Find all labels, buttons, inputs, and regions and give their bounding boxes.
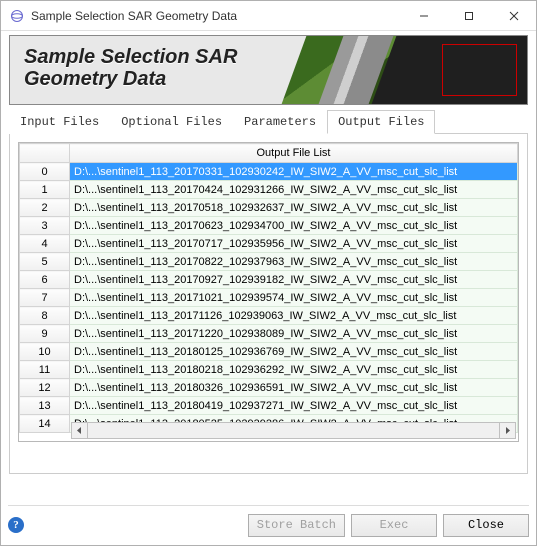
table-row[interactable]: 0D:\...\sentinel1_113_20170331_102930242… [20, 163, 518, 181]
table-row[interactable]: 12D:\...\sentinel1_113_20180326_10293659… [20, 379, 518, 397]
table-row[interactable]: 6D:\...\sentinel1_113_20170927_102939182… [20, 271, 518, 289]
scroll-right-button[interactable] [499, 422, 516, 439]
file-path-cell[interactable]: D:\...\sentinel1_113_20171126_102939063_… [70, 307, 518, 325]
row-header[interactable]: 7 [20, 289, 70, 307]
row-header[interactable]: 8 [20, 307, 70, 325]
file-path-cell[interactable]: D:\...\sentinel1_113_20171021_102939574_… [70, 289, 518, 307]
row-header[interactable]: 1 [20, 181, 70, 199]
file-path-cell[interactable]: D:\...\sentinel1_113_20170518_102932637_… [70, 199, 518, 217]
row-header[interactable]: 0 [20, 163, 70, 181]
file-path-cell[interactable]: D:\...\sentinel1_113_20180419_102937271_… [70, 397, 518, 415]
output-files-panel: Output File List 0D:\...\sentinel1_113_2… [9, 134, 528, 474]
file-path-cell[interactable]: D:\...\sentinel1_113_20171220_102938089_… [70, 325, 518, 343]
banner-title-line2: Geometry Data [24, 68, 166, 90]
row-header[interactable]: 11 [20, 361, 70, 379]
scroll-left-button[interactable] [71, 422, 88, 439]
table-row[interactable]: 7D:\...\sentinel1_113_20171021_102939574… [20, 289, 518, 307]
row-header[interactable]: 2 [20, 199, 70, 217]
file-path-cell[interactable]: D:\...\sentinel1_113_20170717_102935956_… [70, 235, 518, 253]
row-header[interactable]: 6 [20, 271, 70, 289]
table-row[interactable]: 10D:\...\sentinel1_113_20180125_10293676… [20, 343, 518, 361]
table-row[interactable]: 8D:\...\sentinel1_113_20171126_102939063… [20, 307, 518, 325]
exec-button[interactable]: Exec [351, 514, 437, 537]
file-path-cell[interactable]: D:\...\sentinel1_113_20170424_102931266_… [70, 181, 518, 199]
app-icon [9, 8, 25, 24]
file-path-cell[interactable]: D:\...\sentinel1_113_20170822_102937963_… [70, 253, 518, 271]
table-row[interactable]: 2D:\...\sentinel1_113_20170518_102932637… [20, 199, 518, 217]
file-path-cell[interactable]: D:\...\sentinel1_113_20180218_102936292_… [70, 361, 518, 379]
bottom-button-bar: ? Store Batch Exec Close [8, 510, 529, 540]
row-header[interactable]: 13 [20, 397, 70, 415]
table-corner[interactable] [20, 144, 70, 163]
tab-optional-files[interactable]: Optional Files [110, 110, 233, 134]
row-header[interactable]: 3 [20, 217, 70, 235]
table-row[interactable]: 11D:\...\sentinel1_113_20180218_10293629… [20, 361, 518, 379]
table-row[interactable]: 13D:\...\sentinel1_113_20180419_10293727… [20, 397, 518, 415]
tab-output-files[interactable]: Output Files [327, 110, 435, 134]
tab-bar: Input FilesOptional FilesParametersOutpu… [9, 109, 528, 134]
output-file-table[interactable]: Output File List 0D:\...\sentinel1_113_2… [18, 142, 519, 442]
minimize-button[interactable] [401, 1, 446, 30]
store-batch-button[interactable]: Store Batch [248, 514, 345, 537]
table-row[interactable]: 4D:\...\sentinel1_113_20170717_102935956… [20, 235, 518, 253]
row-header[interactable]: 9 [20, 325, 70, 343]
scroll-track[interactable] [88, 422, 499, 439]
window-title: Sample Selection SAR Geometry Data [31, 9, 401, 23]
banner: Sample Selection SAR Geometry Data [9, 35, 528, 105]
divider [8, 505, 529, 506]
table-row[interactable]: 3D:\...\sentinel1_113_20170623_102934700… [20, 217, 518, 235]
table-row[interactable]: 5D:\...\sentinel1_113_20170822_102937963… [20, 253, 518, 271]
file-path-cell[interactable]: D:\...\sentinel1_113_20180326_102936591_… [70, 379, 518, 397]
file-path-cell[interactable]: D:\...\sentinel1_113_20170927_102939182_… [70, 271, 518, 289]
banner-title: Sample Selection SAR Geometry Data [10, 36, 527, 90]
titlebar: Sample Selection SAR Geometry Data [1, 1, 536, 31]
row-header[interactable]: 12 [20, 379, 70, 397]
close-button[interactable]: Close [443, 514, 529, 537]
tab-input-files[interactable]: Input Files [9, 110, 110, 134]
help-icon[interactable]: ? [8, 517, 24, 533]
horizontal-scrollbar[interactable] [71, 422, 516, 439]
row-header[interactable]: 14 [20, 415, 70, 433]
file-path-cell[interactable]: D:\...\sentinel1_113_20170623_102934700_… [70, 217, 518, 235]
row-header[interactable]: 5 [20, 253, 70, 271]
maximize-button[interactable] [446, 1, 491, 30]
window-controls [401, 1, 536, 30]
close-window-button[interactable] [491, 1, 536, 30]
row-header[interactable]: 4 [20, 235, 70, 253]
file-path-cell[interactable]: D:\...\sentinel1_113_20170331_102930242_… [70, 163, 518, 181]
table-row[interactable]: 9D:\...\sentinel1_113_20171220_102938089… [20, 325, 518, 343]
row-header[interactable]: 10 [20, 343, 70, 361]
table-row[interactable]: 1D:\...\sentinel1_113_20170424_102931266… [20, 181, 518, 199]
file-path-cell[interactable]: D:\...\sentinel1_113_20180125_102936769_… [70, 343, 518, 361]
banner-title-line1: Sample Selection SAR [24, 46, 237, 68]
column-header-output-file-list[interactable]: Output File List [70, 144, 518, 163]
tab-parameters[interactable]: Parameters [233, 110, 327, 134]
